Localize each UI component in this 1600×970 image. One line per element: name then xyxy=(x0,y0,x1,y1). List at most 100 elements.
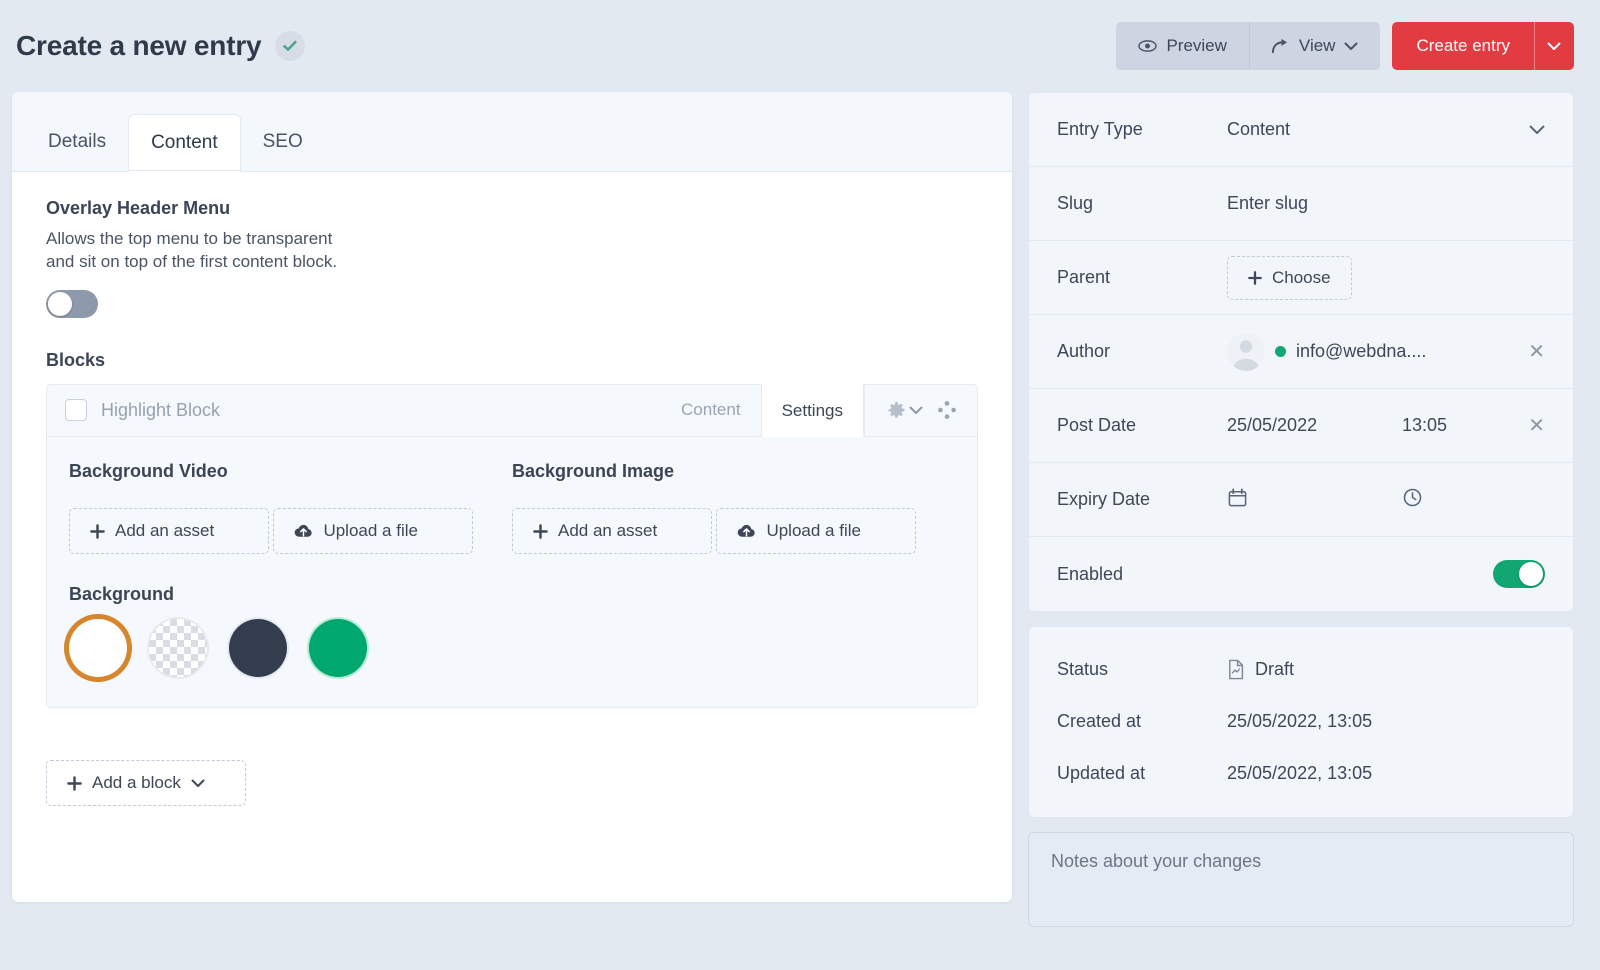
chevron-down-icon xyxy=(1529,125,1545,135)
add-asset-label: Add an asset xyxy=(115,521,215,541)
clear-post-date-button[interactable]: ✕ xyxy=(1528,416,1545,436)
row-expiry-date: Expiry Date xyxy=(1029,463,1573,537)
post-date-label: Post Date xyxy=(1057,415,1137,435)
avatar xyxy=(1227,332,1265,371)
expiry-time-input[interactable] xyxy=(1402,487,1423,513)
plus-icon xyxy=(533,524,548,539)
author-label: Author xyxy=(1057,341,1111,361)
row-parent: Parent Choose xyxy=(1029,241,1573,315)
enabled-label: Enabled xyxy=(1057,563,1124,584)
expiry-date-input[interactable] xyxy=(1227,487,1392,513)
author-value: info@webdna.... ✕ xyxy=(1227,332,1545,371)
entry-meta-sidebar: Entry Type Content Slug Enter slug Paren… xyxy=(1028,92,1574,927)
check-circle-icon xyxy=(275,31,306,61)
row-entry-type[interactable]: Entry Type Content xyxy=(1029,93,1573,167)
expiry-date-value xyxy=(1227,487,1545,513)
overlay-header-menu-title: Overlay Header Menu xyxy=(46,198,231,218)
overlay-header-menu-toggle[interactable] xyxy=(46,289,98,318)
enabled-toggle[interactable] xyxy=(1493,560,1545,588)
share-arrow-icon xyxy=(1271,38,1290,54)
background-image-title: Background Image xyxy=(512,460,675,481)
created-at-value: 25/05/2022, 13:05 xyxy=(1227,710,1373,731)
block-settings-menu-button[interactable] xyxy=(883,397,927,424)
content-pane: Overlay Header Menu Allows the top menu … xyxy=(12,172,1012,738)
entry-status-panel: Status Draft Created at 25/05/2022, 13:0… xyxy=(1028,626,1574,818)
parent-choose-button[interactable]: Choose xyxy=(1227,255,1352,300)
status-badge: Draft xyxy=(1255,658,1295,679)
row-author: Author info@webdna.... ✕ xyxy=(1029,315,1573,389)
enabled-value xyxy=(1227,560,1545,588)
swatch-transparent[interactable] xyxy=(149,619,207,678)
background-image-upload-file-button[interactable]: Upload a file xyxy=(716,507,917,554)
asset-columns: Background Video Add an asset Upload a f… xyxy=(69,461,955,555)
create-entry-dropdown-button[interactable] xyxy=(1534,22,1574,70)
toggle-knob xyxy=(1519,562,1543,586)
block-tools xyxy=(864,384,977,437)
create-entry-label: Create entry xyxy=(1416,36,1510,55)
tab-details[interactable]: Details xyxy=(26,113,128,171)
add-a-block-button[interactable]: Add a block xyxy=(46,760,246,807)
overlay-header-menu-description: Allows the top menu to be transparent an… xyxy=(46,227,466,274)
parent-label: Parent xyxy=(1057,267,1111,287)
chevron-down-icon xyxy=(1547,42,1561,51)
background-video-upload-file-button[interactable]: Upload a file xyxy=(273,507,474,554)
parent-value: Choose xyxy=(1227,255,1545,300)
calendar-icon xyxy=(1227,487,1248,508)
overlay-description-line-2: and sit on top of the first content bloc… xyxy=(46,252,338,272)
create-entry-button[interactable]: Create entry xyxy=(1392,22,1534,70)
toggle-knob xyxy=(48,291,72,316)
add-asset-label: Add an asset xyxy=(558,521,658,541)
overlay-description-line-1: Allows the top menu to be transparent xyxy=(46,229,333,248)
swatch-dark[interactable] xyxy=(229,619,287,678)
title-group: Create a new entry xyxy=(16,30,306,62)
author-email: info@webdna.... xyxy=(1296,341,1427,361)
tab-seo[interactable]: SEO xyxy=(241,113,325,171)
background-swatches xyxy=(69,619,955,678)
gear-icon xyxy=(887,401,906,420)
view-button[interactable]: View xyxy=(1248,22,1381,70)
chevron-down-icon xyxy=(909,406,923,415)
entry-type-label: Entry Type xyxy=(1057,119,1143,139)
plus-icon xyxy=(90,524,105,539)
block-checkbox[interactable] xyxy=(65,399,87,422)
slug-label: Slug xyxy=(1057,193,1094,213)
status-label: Status xyxy=(1057,658,1109,679)
background-image-add-asset-button[interactable]: Add an asset xyxy=(512,508,712,555)
row-status: Status Draft xyxy=(1029,643,1573,695)
swatch-green[interactable] xyxy=(309,619,367,678)
upload-file-label: Upload a file xyxy=(766,520,861,540)
online-status-dot xyxy=(1275,346,1286,357)
block-name-label: Highlight Block xyxy=(101,399,221,420)
block-header: Highlight Block Content Settings xyxy=(47,384,977,438)
swatch-white[interactable] xyxy=(69,619,127,678)
draft-document-icon xyxy=(1227,659,1245,680)
background-image-column: Background Image Add an asset Upload a f… xyxy=(512,461,955,555)
status-value: Draft xyxy=(1227,659,1294,680)
tab-content[interactable]: Content xyxy=(128,114,241,172)
page-title: Create a new entry xyxy=(16,30,262,61)
background-video-add-asset-button[interactable]: Add an asset xyxy=(69,508,269,555)
block-drag-handle[interactable] xyxy=(933,396,961,424)
preview-button[interactable]: Preview xyxy=(1116,22,1249,70)
cloud-upload-icon xyxy=(294,523,313,539)
move-icon xyxy=(937,400,957,420)
add-a-block-label: Add a block xyxy=(92,773,181,793)
post-date-input[interactable]: 25/05/2022 xyxy=(1227,415,1392,436)
slug-input[interactable]: Enter slug xyxy=(1227,193,1545,214)
post-time-input[interactable]: 13:05 xyxy=(1402,415,1447,436)
blocks-title: Blocks xyxy=(46,349,106,370)
button-gap xyxy=(1380,22,1392,70)
plus-icon xyxy=(67,776,82,791)
chevron-down-icon xyxy=(1344,42,1358,51)
remove-author-button[interactable]: ✕ xyxy=(1528,342,1545,362)
eye-icon xyxy=(1138,39,1158,53)
block-tab-settings[interactable]: Settings xyxy=(760,384,864,438)
notes-textarea[interactable] xyxy=(1028,832,1574,927)
block-tab-content[interactable]: Content xyxy=(661,384,761,436)
updated-at-value: 25/05/2022, 13:05 xyxy=(1227,762,1373,783)
background-video-column: Background Video Add an asset Upload a f… xyxy=(69,461,512,555)
content-tabs: Details Content SEO xyxy=(12,92,1012,172)
entry-editor-page: Create a new entry Preview View Create e… xyxy=(0,0,1600,970)
add-block-area: Add a block xyxy=(12,738,1012,807)
row-slug[interactable]: Slug Enter slug xyxy=(1029,167,1573,241)
